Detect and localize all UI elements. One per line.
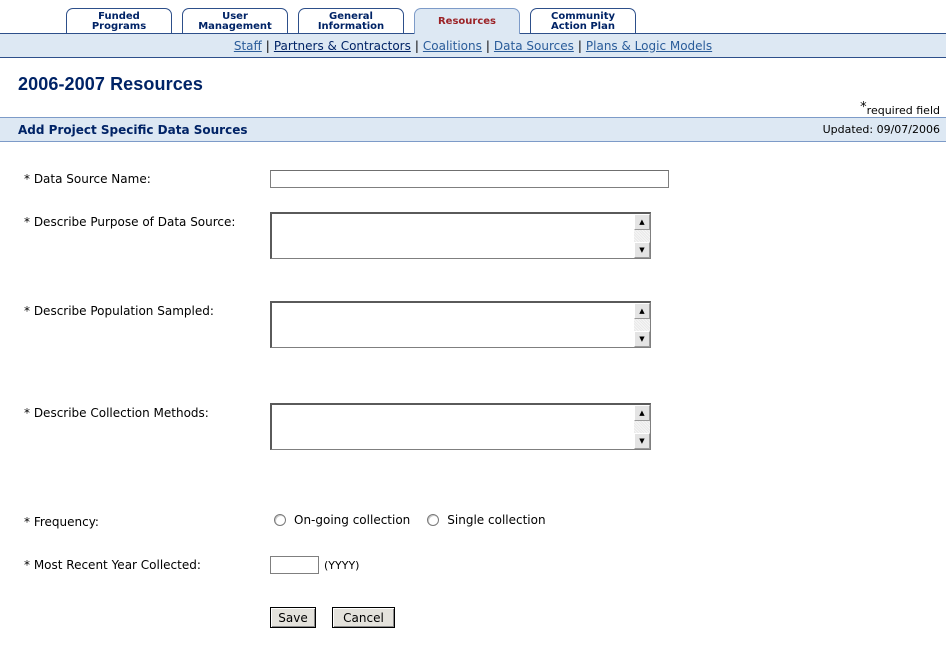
- scroll-down-arrow-icon[interactable]: ▼: [634, 331, 650, 347]
- tab-label: User Management: [198, 10, 272, 32]
- last-updated-date: Updated: 09/07/2006: [822, 123, 940, 136]
- subnav-link-staff[interactable]: Staff: [230, 39, 266, 53]
- tab-label: General Information: [317, 10, 385, 32]
- year-format-hint: (YYYY): [324, 559, 360, 572]
- tab-label: Resources: [437, 16, 497, 27]
- single-collection-label[interactable]: Single collection: [447, 513, 545, 527]
- sub-navigation: Staff | Partners & Contractors | Coaliti…: [0, 33, 946, 58]
- ongoing-collection-label[interactable]: On-going collection: [294, 513, 410, 527]
- section-header: Add Project Specific Data Sources Update…: [0, 117, 946, 142]
- scroll-up-arrow-icon[interactable]: ▲: [634, 214, 650, 230]
- vertical-scrollbar[interactable]: ▲ ▼: [634, 405, 650, 449]
- tab-community-action-plan[interactable]: Community Action Plan: [530, 8, 636, 33]
- save-button[interactable]: Save: [270, 607, 316, 628]
- vertical-scrollbar[interactable]: ▲ ▼: [634, 303, 650, 347]
- most-recent-year-input[interactable]: [270, 556, 319, 574]
- tab-resources[interactable]: Resources: [414, 8, 520, 34]
- vertical-scrollbar[interactable]: ▲ ▼: [634, 214, 650, 258]
- scroll-down-arrow-icon[interactable]: ▼: [634, 242, 650, 258]
- ongoing-collection-radio[interactable]: [274, 514, 286, 526]
- tab-funded-programs[interactable]: Funded Programs: [66, 8, 172, 33]
- scroll-up-arrow-icon[interactable]: ▲: [634, 303, 650, 319]
- collection-methods-textarea[interactable]: ▲ ▼: [270, 403, 651, 450]
- subnav-link-data-sources[interactable]: Data Sources: [490, 39, 578, 53]
- frequency-label: * Frequency:: [24, 515, 99, 529]
- subnav-link-plans-logic-models[interactable]: Plans & Logic Models: [582, 39, 716, 53]
- required-field-note: *required field: [860, 100, 940, 117]
- scroll-up-arrow-icon[interactable]: ▲: [634, 405, 650, 421]
- purpose-label: * Describe Purpose of Data Source:: [24, 215, 236, 229]
- most-recent-year-label: * Most Recent Year Collected:: [24, 558, 201, 572]
- tab-general-information[interactable]: General Information: [298, 8, 404, 33]
- purpose-textarea[interactable]: ▲ ▼: [270, 212, 651, 259]
- frequency-radio-group: On-going collection Single collection: [274, 513, 563, 527]
- population-label: * Describe Population Sampled:: [24, 304, 214, 318]
- data-source-name-label: * Data Source Name:: [24, 172, 151, 186]
- data-source-name-input[interactable]: [270, 170, 669, 188]
- population-textarea[interactable]: ▲ ▼: [270, 301, 651, 348]
- page-title: 2006-2007 Resources: [18, 74, 204, 94]
- tab-label: Funded Programs: [91, 10, 147, 32]
- cancel-button[interactable]: Cancel: [332, 607, 395, 628]
- tab-user-management[interactable]: User Management: [182, 8, 288, 33]
- collection-methods-label: * Describe Collection Methods:: [24, 406, 209, 420]
- single-collection-radio[interactable]: [427, 514, 440, 526]
- required-note-text: required field: [866, 104, 940, 117]
- subnav-link-partners-contractors[interactable]: Partners & Contractors: [270, 39, 415, 53]
- tab-label: Community Action Plan: [550, 10, 615, 32]
- main-tab-bar: Funded Programs User Management General …: [0, 0, 946, 34]
- section-title: Add Project Specific Data Sources: [18, 123, 248, 137]
- scroll-down-arrow-icon[interactable]: ▼: [634, 433, 650, 449]
- subnav-link-coalitions[interactable]: Coalitions: [419, 39, 486, 53]
